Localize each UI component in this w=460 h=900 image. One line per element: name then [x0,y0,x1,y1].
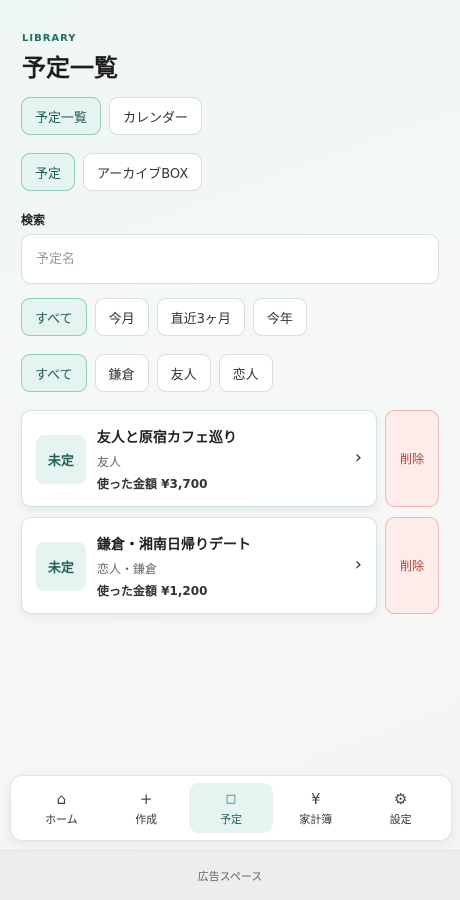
schedule-tags: 恋人・鎌倉 [97,562,158,576]
schedule-amount: 使った金額 ¥1,200 [97,584,208,598]
schedule-card[interactable]: 未定 友人と原宿カフェ巡り 友人 使った金額 ¥3,700 › [21,410,377,507]
home-icon: ⌂ [56,789,67,808]
period-filter-all[interactable]: すべて [21,298,87,336]
period-filter-this-month[interactable]: 今月 [94,298,149,336]
kind-tabs: 予定 アーカイブBOX [21,153,203,191]
tag-filter-partner[interactable]: 恋人 [218,354,273,392]
period-filter-last-3-months[interactable]: 直近3ヶ月 [156,298,245,336]
search-label: 検索 [21,213,46,227]
schedule-title: 友人と原宿カフェ巡り [97,430,237,446]
delete-button[interactable]: 削除 [385,517,439,614]
tab-schedules[interactable]: 予定 [21,153,76,191]
yen-icon: ¥ [311,789,321,808]
nav-schedules[interactable]: □ 予定 [188,783,274,833]
schedule-list-item: 未定 友人と原宿カフェ巡り 友人 使った金額 ¥3,700 › 削除 [21,410,439,507]
tag-filter-all[interactable]: すべて [21,354,87,392]
period-filters: すべて 今月 直近3ヶ月 今年 [21,298,307,336]
search-input[interactable] [21,234,439,284]
page-title: 予定一覧 [22,54,118,82]
schedule-tags: 友人 [97,455,122,469]
gear-icon: ⚙ [393,789,408,808]
nav-household-budget[interactable]: ¥ 家計簿 [273,783,358,833]
bottom-navigation: ⌂ ホーム + 作成 □ 予定 ¥ 家計簿 ⚙ 設定 [10,775,452,841]
status-badge: 未定 [36,435,86,484]
schedule-amount: 使った金額 ¥3,700 [97,477,208,491]
square-icon: □ [225,791,237,805]
schedule-card[interactable]: 未定 鎌倉・湘南日帰りデート 恋人・鎌倉 使った金額 ¥1,200 › [21,517,377,614]
ad-space: 広告スペース [0,850,460,900]
schedule-title: 鎌倉・湘南日帰りデート [97,537,251,553]
plus-icon: + [139,789,153,808]
nav-settings-label: 設定 [389,812,412,826]
nav-household-budget-label: 家計簿 [299,812,333,826]
tab-archive-box[interactable]: アーカイブBOX [83,153,203,191]
delete-button[interactable]: 削除 [385,410,439,507]
period-filter-this-year[interactable]: 今年 [252,298,307,336]
tab-calendar[interactable]: カレンダー [109,97,203,135]
view-tabs: 予定一覧 カレンダー [21,97,203,135]
nav-create[interactable]: + 作成 [104,783,189,833]
tag-filters: すべて 鎌倉 友人 恋人 [21,354,273,392]
tag-filter-friend[interactable]: 友人 [156,354,211,392]
chevron-right-icon: › [354,554,362,575]
chevron-right-icon: › [354,447,362,468]
status-badge: 未定 [36,542,86,591]
nav-settings[interactable]: ⚙ 設定 [358,783,443,833]
eyebrow-label: LIBRARY [22,33,77,44]
tab-schedule-list[interactable]: 予定一覧 [21,97,102,135]
nav-create-label: 作成 [135,812,158,826]
tag-filter-kamakura[interactable]: 鎌倉 [94,354,149,392]
nav-home[interactable]: ⌂ ホーム [19,783,104,833]
nav-schedules-label: 予定 [219,812,242,826]
schedule-list-item: 未定 鎌倉・湘南日帰りデート 恋人・鎌倉 使った金額 ¥1,200 › 削除 [21,517,439,614]
nav-home-label: ホーム [45,812,78,826]
